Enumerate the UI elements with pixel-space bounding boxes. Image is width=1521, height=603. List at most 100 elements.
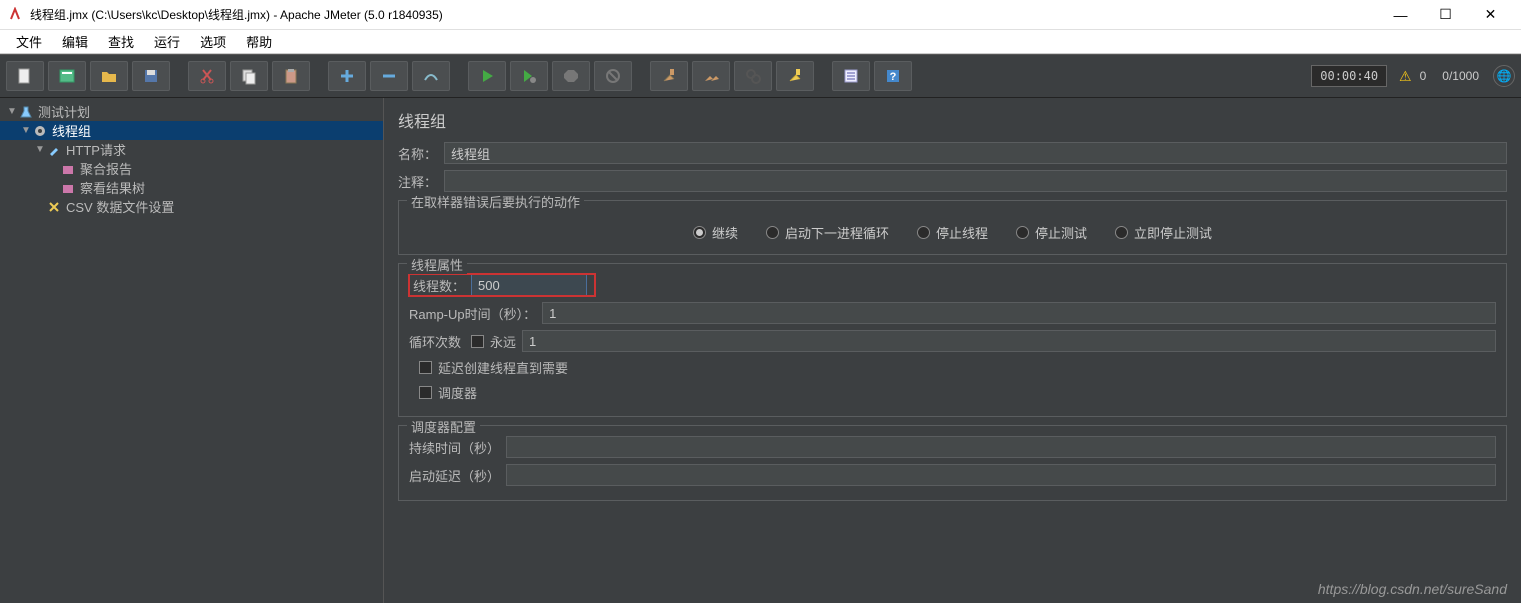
content-panel: 线程组 名称： 注释： 在取样器错误后要执行的动作 继续 启动下一进程循环 停止… — [384, 98, 1521, 603]
thread-props-fieldset: 线程属性 线程数： Ramp-Up时间（秒）： 循环次数 永远 延迟创建线程直到… — [398, 263, 1507, 417]
startup-delay-label: 启动延迟（秒） — [409, 466, 500, 485]
menu-edit[interactable]: 编辑 — [52, 30, 98, 53]
comment-input[interactable] — [444, 170, 1507, 192]
tree-test-plan[interactable]: ▼ 测试计划 — [0, 102, 383, 121]
forever-label: 永远 — [490, 332, 516, 351]
duration-input[interactable] — [506, 436, 1496, 458]
gear-icon — [32, 123, 48, 139]
comment-row: 注释： — [398, 170, 1507, 192]
radio-continue[interactable]: 继续 — [693, 223, 738, 242]
app-icon — [8, 7, 24, 23]
scheduler-checkbox[interactable] — [419, 386, 432, 399]
start-no-pause-button[interactable] — [510, 61, 548, 91]
wrench-icon — [46, 199, 62, 215]
menu-help[interactable]: 帮助 — [236, 30, 282, 53]
duration-row: 持续时间（秒） — [409, 436, 1496, 458]
cut-button[interactable] — [188, 61, 226, 91]
warning-icon[interactable]: ⚠ — [1399, 68, 1412, 85]
scheduler-label: 调度器 — [438, 383, 477, 402]
delay-row: 启动延迟（秒） — [409, 464, 1496, 486]
copy-button[interactable] — [230, 61, 268, 91]
main-area: ▼ 测试计划 ▼ 线程组 ▼ HTTP请求 聚合报告 察看结果树 CSV 数据 — [0, 98, 1521, 603]
clear-all-button[interactable] — [692, 61, 730, 91]
open-button[interactable] — [90, 61, 128, 91]
pipette-icon — [46, 142, 62, 158]
scheduler-legend: 调度器配置 — [407, 417, 480, 436]
error-action-radios: 继续 启动下一进程循环 停止线程 停止测试 立即停止测试 — [409, 211, 1496, 246]
search-button[interactable] — [734, 61, 772, 91]
shutdown-button[interactable] — [594, 61, 632, 91]
threads-input[interactable] — [471, 274, 587, 296]
collapse-button[interactable] — [370, 61, 408, 91]
paste-button[interactable] — [272, 61, 310, 91]
tree-thread-group[interactable]: ▼ 线程组 — [0, 121, 383, 140]
expand-button[interactable] — [328, 61, 366, 91]
menu-file[interactable]: 文件 — [6, 30, 52, 53]
name-input[interactable] — [444, 142, 1507, 164]
tree-csv-config[interactable]: CSV 数据文件设置 — [0, 197, 383, 216]
radio-stop-now[interactable]: 立即停止测试 — [1115, 223, 1212, 242]
reset-search-button[interactable] — [776, 61, 814, 91]
help-button[interactable]: ? — [874, 61, 912, 91]
delay-create-checkbox[interactable] — [419, 361, 432, 374]
scheduler-row: 调度器 — [409, 383, 1496, 402]
start-button[interactable] — [468, 61, 506, 91]
rampup-label: Ramp-Up时间（秒）： — [409, 304, 536, 323]
forever-checkbox[interactable] — [471, 335, 484, 348]
active-threads: 0/1000 — [1442, 69, 1479, 83]
delay-create-row: 延迟创建线程直到需要 — [409, 358, 1496, 377]
tree-label: 线程组 — [52, 121, 91, 140]
tree-http-request[interactable]: ▼ HTTP请求 — [0, 140, 383, 159]
radio-stop-thread[interactable]: 停止线程 — [917, 223, 988, 242]
rampup-input[interactable] — [542, 302, 1496, 324]
loop-row: 循环次数 永远 — [409, 330, 1496, 352]
window-titlebar: 线程组.jmx (C:\Users\kc\Desktop\线程组.jmx) - … — [0, 0, 1521, 30]
menubar: 文件 编辑 查找 运行 选项 帮助 — [0, 30, 1521, 54]
tree-view-results-tree[interactable]: 察看结果树 — [0, 178, 383, 197]
tree-aggregate-report[interactable]: 聚合报告 — [0, 159, 383, 178]
scheduler-fieldset: 调度器配置 持续时间（秒） 启动延迟（秒） — [398, 425, 1507, 501]
new-button[interactable] — [6, 61, 44, 91]
menu-search[interactable]: 查找 — [98, 30, 144, 53]
error-action-legend: 在取样器错误后要执行的动作 — [407, 192, 584, 211]
svg-text:?: ? — [890, 71, 897, 83]
maximize-button[interactable]: ☐ — [1423, 1, 1468, 29]
tree-label: 测试计划 — [38, 102, 90, 121]
globe-icon[interactable]: 🌐 — [1493, 65, 1515, 87]
report-icon — [60, 180, 76, 196]
function-helper-button[interactable] — [832, 61, 870, 91]
flask-icon — [18, 104, 34, 120]
threads-row: 线程数： — [409, 274, 595, 296]
loop-input[interactable] — [522, 330, 1496, 352]
comment-label: 注释： — [398, 172, 444, 191]
clear-button[interactable] — [650, 61, 688, 91]
menu-run[interactable]: 运行 — [144, 30, 190, 53]
toolbar: ? 00:00:40 ⚠ 0 0/1000 🌐 — [0, 54, 1521, 98]
delay-create-label: 延迟创建线程直到需要 — [438, 358, 568, 377]
threads-label: 线程数： — [409, 276, 465, 295]
radio-next-loop[interactable]: 启动下一进程循环 — [766, 223, 889, 242]
window-title: 线程组.jmx (C:\Users\kc\Desktop\线程组.jmx) - … — [30, 6, 1378, 23]
menu-options[interactable]: 选项 — [190, 30, 236, 53]
toggle-button[interactable] — [412, 61, 450, 91]
loop-label: 循环次数 — [409, 332, 461, 351]
report-icon — [60, 161, 76, 177]
tree-label: 聚合报告 — [80, 159, 132, 178]
templates-button[interactable] — [48, 61, 86, 91]
tree-label: HTTP请求 — [66, 140, 126, 159]
name-label: 名称： — [398, 144, 444, 163]
tree-panel: ▼ 测试计划 ▼ 线程组 ▼ HTTP请求 聚合报告 察看结果树 CSV 数据 — [0, 98, 384, 603]
warning-count: 0 — [1420, 69, 1427, 83]
minimize-button[interactable]: — — [1378, 1, 1423, 29]
close-button[interactable]: ✕ — [1468, 1, 1513, 29]
startup-delay-input[interactable] — [506, 464, 1496, 486]
duration-label: 持续时间（秒） — [409, 438, 500, 457]
tree-label: 察看结果树 — [80, 178, 145, 197]
stop-button[interactable] — [552, 61, 590, 91]
tree-label: CSV 数据文件设置 — [66, 197, 174, 216]
radio-stop-test[interactable]: 停止测试 — [1016, 223, 1087, 242]
rampup-row: Ramp-Up时间（秒）： — [409, 302, 1496, 324]
name-row: 名称： — [398, 142, 1507, 164]
watermark: https://blog.csdn.net/sureSand — [1318, 581, 1507, 597]
save-button[interactable] — [132, 61, 170, 91]
